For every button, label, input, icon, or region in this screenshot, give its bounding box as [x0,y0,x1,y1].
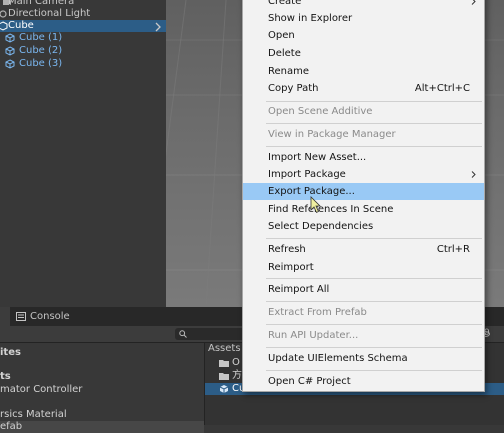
menu-item-extract-from-prefab[interactable]: Extract From Prefab [243,304,484,321]
menu-item-shortcut: Alt+Ctrl+C [414,83,470,94]
menu-separator [266,238,482,239]
tree-item[interactable]: ts [0,371,11,383]
project-tab-edge[interactable] [0,307,10,326]
menu-item-label: Reimport [268,262,314,273]
search-icon [179,330,187,338]
menu-item-label: Find References In Scene [268,204,394,215]
hierarchy-item-label: Cube (2) [19,45,63,56]
folder-icon [219,360,229,367]
cube-icon [5,59,15,69]
menu-item-update-uielements-schema[interactable]: Update UIElements Schema [243,350,484,367]
menu-item-export-package[interactable]: Export Package... [243,183,484,200]
menu-item-label: Open [268,30,295,41]
menu-separator [266,370,482,371]
menu-item-import-new-asset[interactable]: Import New Asset... [243,149,484,166]
asset-item-label: 方 [232,370,242,381]
menu-item-open[interactable]: Open [243,27,484,44]
menu-item-copy-path[interactable]: Copy Path Alt+Ctrl+C [243,80,484,97]
menu-item-reimport-all[interactable]: Reimport All [243,281,484,298]
menu-item-run-api-updater[interactable]: Run API Updater... [243,327,484,344]
hierarchy-item-main-camera[interactable]: Main Camera [0,0,166,8]
console-icon [16,312,26,321]
hierarchy-item-label: Directional Light [8,8,91,19]
menu-item-reimport[interactable]: Reimport [243,259,484,276]
menu-item-shortcut: Ctrl+R [436,244,470,255]
menu-item-select-dependencies[interactable]: Select Dependencies [243,218,484,235]
menu-item-label: Show in Explorer [268,13,353,24]
menu-separator [266,324,482,325]
hierarchy-item-cube-1[interactable]: Cube (1) [0,32,166,44]
menu-separator [266,347,482,348]
hierarchy-item-label: Cube [8,20,34,31]
menu-item-create[interactable]: Create [243,0,484,10]
menu-item-label: Extract From Prefab [268,307,367,318]
menu-item-open-scene-additive[interactable]: Open Scene Additive [243,103,484,120]
tree-item[interactable]: mator Controller [0,384,82,396]
mouse-cursor-icon [310,196,321,214]
cube-icon [219,385,229,393]
menu-item-label: Refresh [268,244,306,255]
search-input[interactable] [175,328,245,340]
menu-separator [266,146,482,147]
hierarchy-panel: Main Camera Directional Light Cube Cube … [0,0,166,307]
menu-item-show-in-explorer[interactable]: Show in Explorer [243,10,484,27]
cube-icon [5,33,15,43]
menu-item-label: Copy Path [268,83,319,94]
menu-item-label: Delete [268,48,301,59]
menu-item-label: Select Dependencies [268,221,374,232]
cube-icon [0,21,8,31]
menu-item-import-package[interactable]: Import Package [243,166,484,183]
menu-separator [266,101,482,102]
project-folder-tree: ites ts mator Controller rsics Material … [0,343,205,433]
cube-icon [5,46,15,56]
menu-item-label: View in Package Manager [268,129,396,140]
folder-icon [219,373,229,380]
menu-item-open-csharp-project[interactable]: Open C# Project [243,373,484,390]
menu-item-find-references-in-scene[interactable]: Find References In Scene [243,201,484,218]
menu-item-label: Open Scene Additive [268,106,373,117]
menu-separator [266,301,482,302]
menu-item-label: Run API Updater... [268,330,359,341]
menu-item-refresh[interactable]: Refresh Ctrl+R [243,241,484,258]
hierarchy-item-label: Cube (1) [19,32,63,43]
hierarchy-item-label: Cube (3) [19,58,63,69]
hierarchy-item-cube-3[interactable]: Cube (3) [0,58,166,70]
menu-item-label: Import New Asset... [268,152,367,163]
tree-item[interactable]: ites [0,347,21,359]
submenu-arrow-icon [471,171,476,178]
tab-console-label: Console [30,311,70,322]
menu-item-label: Create [268,0,302,7]
chevron-right-icon[interactable] [154,22,162,32]
menu-item-label: Rename [268,66,310,77]
menu-item-label: Reimport All [268,284,330,295]
tab-console[interactable]: Console [14,307,86,326]
tree-item[interactable]: efab [0,421,204,433]
light-icon [0,10,7,18]
assets-breadcrumb[interactable]: Assets [208,343,241,355]
submenu-arrow-icon [471,0,476,5]
tree-item[interactable]: rsics Material [0,409,67,421]
menu-item-label: Open C# Project [268,376,351,387]
hierarchy-item-directional-light[interactable]: Directional Light [0,8,166,20]
context-menu: Create Show in Explorer Open Delete Rena… [242,0,485,392]
menu-item-label: Update UIElements Schema [268,353,408,364]
menu-separator [266,123,482,124]
menu-item-delete[interactable]: Delete [243,45,484,62]
hierarchy-item-cube-2[interactable]: Cube (2) [0,45,166,57]
hierarchy-item-cube[interactable]: Cube [0,20,166,32]
asset-item-label: O [232,357,240,368]
menu-item-view-in-package-manager[interactable]: View in Package Manager [243,126,484,143]
menu-item-label: Import Package [268,169,346,180]
menu-separator [266,278,482,279]
menu-item-rename[interactable]: Rename [243,63,484,80]
hierarchy-item-label: Main Camera [8,0,75,7]
